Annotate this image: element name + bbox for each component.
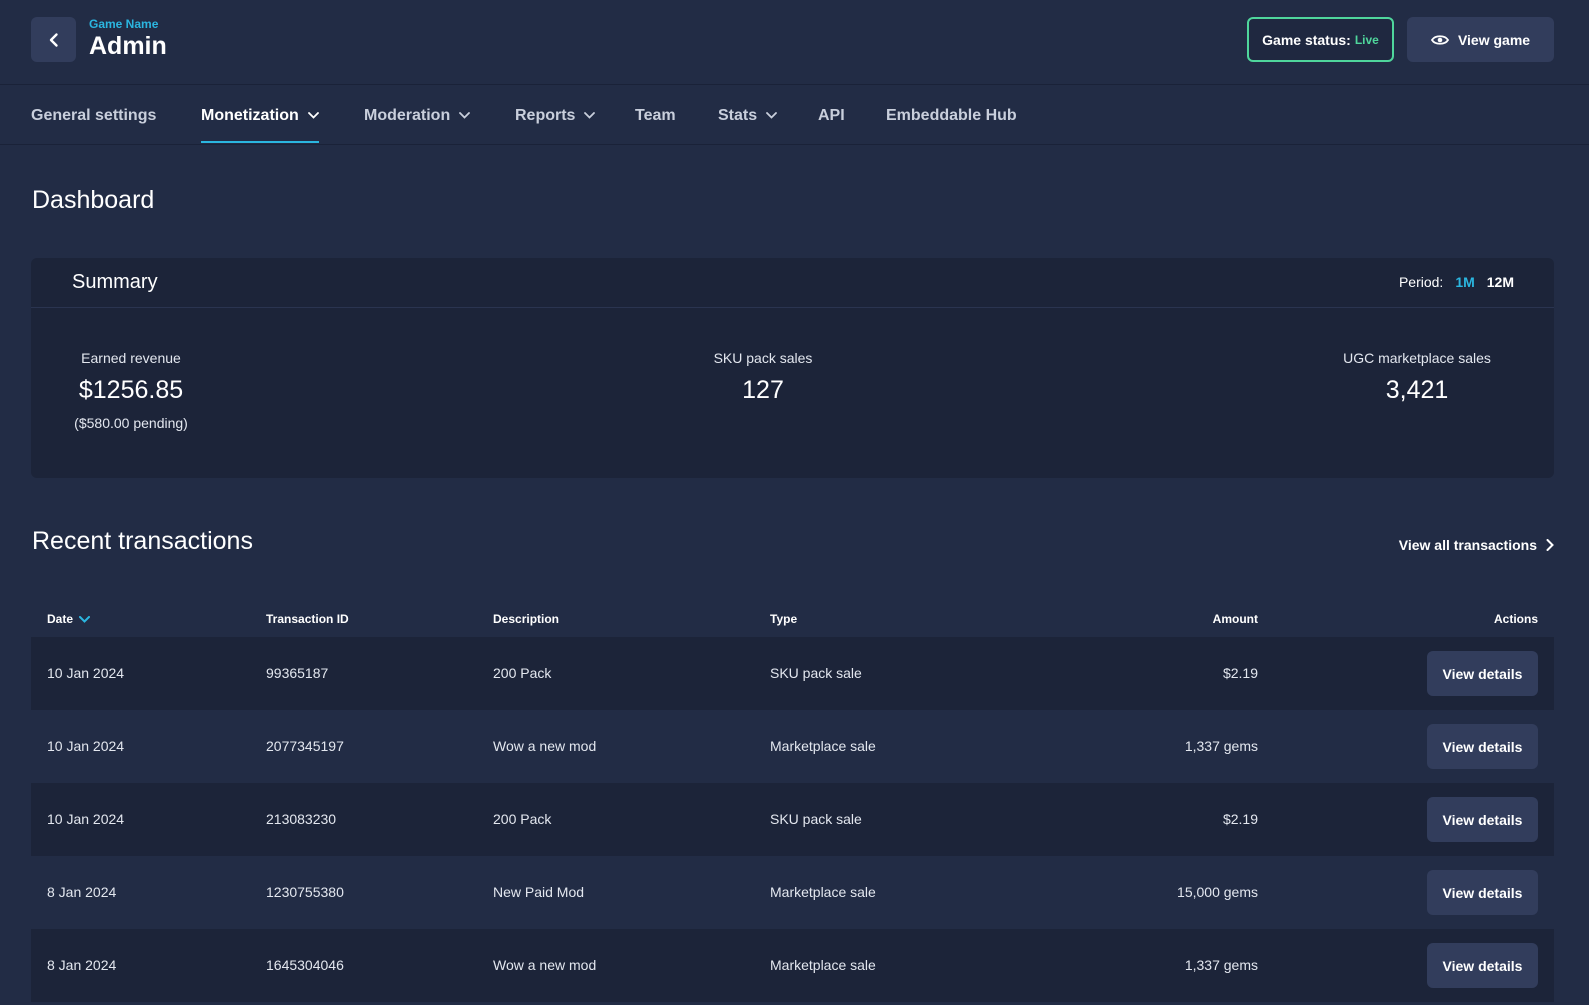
- tab-label: API: [818, 106, 845, 124]
- column-type: Type: [770, 612, 798, 626]
- view-details-button[interactable]: View details: [1427, 870, 1538, 915]
- cell-transaction-id: 99365187: [266, 665, 329, 681]
- column-transaction-id: Transaction ID: [266, 612, 349, 626]
- cell-date: 8 Jan 2024: [47, 957, 117, 973]
- cell-transaction-id: 1230755380: [266, 884, 344, 900]
- cell-type: SKU pack sale: [770, 811, 862, 827]
- cell-amount: 1,337 gems: [1184, 738, 1258, 754]
- summary-title: Summary: [72, 271, 158, 293]
- view-details-button[interactable]: View details: [1427, 943, 1538, 988]
- cell-type: SKU pack sale: [770, 665, 862, 681]
- cell-description: New Paid Mod: [493, 884, 585, 900]
- cell-amount: $2.19: [1222, 811, 1258, 827]
- back-button[interactable]: [31, 17, 76, 62]
- column-actions: Actions: [1493, 612, 1538, 626]
- summary-header: Summary Period: 1M 12M: [31, 258, 1554, 308]
- cell-description: Wow a new mod: [493, 738, 597, 754]
- tab-stats[interactable]: Stats: [718, 86, 778, 145]
- table-row: 10 Jan 2024 2077345197 Wow a new mod Mar…: [31, 710, 1554, 783]
- tab-embeddable-hub[interactable]: Embeddable Hub: [886, 86, 1017, 145]
- tab-reports[interactable]: Reports: [515, 86, 596, 145]
- game-status-label: Game status:: [1262, 31, 1351, 48]
- ugc-marketplace-sales-stat: UGC marketplace sales 3,421: [1320, 350, 1514, 405]
- table-row: 8 Jan 2024 1645304046 Wow a new mod Mark…: [31, 929, 1554, 1002]
- cell-type: Marketplace sale: [770, 957, 876, 973]
- earned-revenue-value: $1256.85: [78, 376, 184, 404]
- tab-label: Moderation: [364, 106, 451, 124]
- cell-amount: 15,000 gems: [1177, 884, 1258, 900]
- summary-card: Summary Period: 1M 12M Earned revenue $1…: [31, 258, 1554, 478]
- sku-pack-sales-label: SKU pack sales: [713, 350, 813, 366]
- cell-date: 10 Jan 2024: [47, 738, 125, 754]
- view-details-button[interactable]: View details: [1427, 724, 1538, 769]
- view-game-label: View game: [1457, 31, 1531, 48]
- cell-date: 10 Jan 2024: [47, 665, 125, 681]
- tab-team[interactable]: Team: [635, 86, 676, 145]
- game-name: Game Name: [89, 17, 159, 31]
- chevron-right-icon: [1546, 539, 1554, 551]
- table-row: 10 Jan 2024 99365187 200 Pack SKU pack s…: [31, 637, 1554, 710]
- cell-transaction-id: 213083230: [266, 811, 337, 827]
- column-amount: Amount: [1212, 612, 1258, 626]
- page-title: Admin: [89, 32, 167, 60]
- chevron-down-icon: [584, 112, 596, 119]
- tab-label: General settings: [31, 106, 157, 124]
- view-all-label: View all transactions: [1398, 537, 1537, 553]
- tab-label: Embeddable Hub: [886, 106, 1017, 124]
- table-row: 8 Jan 2024 1230755380 New Paid Mod Marke…: [31, 856, 1554, 929]
- cell-transaction-id: 2077345197: [266, 738, 344, 754]
- sku-pack-sales-value: 127: [742, 376, 784, 404]
- tab-monetization[interactable]: Monetization: [201, 86, 319, 145]
- main-nav: General settings Monetization Moderation…: [0, 86, 1589, 145]
- chevron-down-icon: [766, 112, 778, 119]
- view-details-button[interactable]: View details: [1427, 651, 1538, 696]
- earned-revenue-label: Earned revenue: [81, 350, 181, 366]
- tab-api[interactable]: API: [818, 86, 845, 145]
- cell-date: 8 Jan 2024: [47, 884, 117, 900]
- cell-type: Marketplace sale: [770, 738, 876, 754]
- top-header: Game Name Admin Game status: Live View g…: [0, 0, 1589, 85]
- tab-label: Stats: [718, 106, 758, 124]
- chevron-down-icon: [459, 112, 471, 119]
- cell-description: 200 Pack: [493, 811, 552, 827]
- ugc-marketplace-sales-value: 3,421: [1385, 376, 1449, 404]
- eye-icon: [1430, 34, 1449, 45]
- period-option-1m[interactable]: 1M: [1455, 274, 1474, 290]
- earned-revenue-stat: Earned revenue $1256.85 ($580.00 pending…: [71, 350, 191, 431]
- period-selector: Period: 1M 12M: [1399, 274, 1514, 290]
- sort-down-icon: [79, 615, 91, 623]
- view-all-transactions-link[interactable]: View all transactions: [1399, 537, 1554, 553]
- cell-date: 10 Jan 2024: [47, 811, 125, 827]
- transactions-table-header: Date Transaction ID Description Type Amo…: [31, 604, 1554, 636]
- cell-description: 200 Pack: [493, 665, 552, 681]
- column-date[interactable]: Date: [47, 612, 91, 626]
- cell-description: Wow a new mod: [493, 957, 597, 973]
- table-row: 10 Jan 2024 213083230 200 Pack SKU pack …: [31, 783, 1554, 856]
- ugc-marketplace-sales-label: UGC marketplace sales: [1343, 350, 1491, 366]
- dashboard-title: Dashboard: [32, 186, 155, 214]
- tab-label: Team: [635, 106, 676, 124]
- tab-label: Monetization: [201, 106, 299, 124]
- tab-label: Reports: [515, 106, 576, 124]
- game-status-value: Live: [1354, 32, 1379, 47]
- chevron-left-icon: [49, 32, 58, 47]
- tab-moderation[interactable]: Moderation: [364, 86, 471, 145]
- period-label: Period:: [1398, 274, 1444, 290]
- period-option-12m[interactable]: 12M: [1487, 274, 1514, 290]
- cell-amount: 1,337 gems: [1184, 957, 1258, 973]
- tab-general-settings[interactable]: General settings: [31, 86, 156, 145]
- column-date-label: Date: [47, 612, 74, 626]
- cell-transaction-id: 1645304046: [266, 957, 344, 973]
- view-details-button[interactable]: View details: [1427, 797, 1538, 842]
- recent-transactions-title: Recent transactions: [32, 527, 253, 555]
- sku-pack-sales-stat: SKU pack sales 127: [688, 350, 838, 405]
- view-game-button[interactable]: View game: [1407, 17, 1554, 62]
- earned-revenue-pending: ($580.00 pending): [74, 415, 188, 431]
- cell-type: Marketplace sale: [770, 884, 876, 900]
- game-status-button[interactable]: Game status: Live: [1247, 17, 1394, 62]
- column-description: Description: [493, 612, 560, 626]
- cell-amount: $2.19: [1222, 665, 1258, 681]
- chevron-down-icon: [307, 112, 319, 119]
